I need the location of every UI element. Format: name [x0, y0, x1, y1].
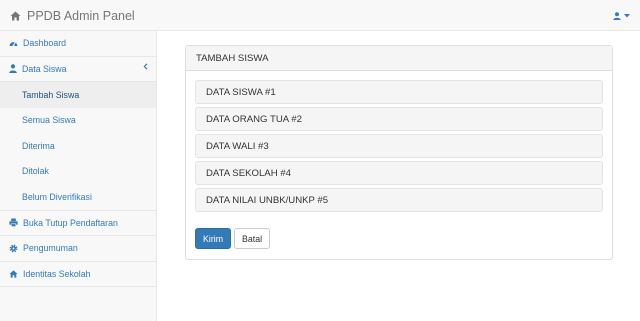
sidebar-item-label: Data Siswa	[22, 63, 67, 74]
cancel-button[interactable]: Batal	[234, 228, 271, 249]
sidebar-item-dashboard[interactable]: Dashboard	[0, 31, 156, 57]
submenu-item-label: Diterima	[22, 140, 55, 151]
sidebar-item-buka-tutup-pendaftaran[interactable]: Buka Tutup Pendaftaran	[0, 211, 156, 236]
sidebar-item-label: Pengumuman	[23, 243, 78, 254]
tambah-siswa-panel: TAMBAH SISWA DATA SISWA #1 DATA ORANG TU…	[185, 45, 613, 260]
sidebar-item-identitas-sekolah[interactable]: Identitas Sekolah	[0, 262, 156, 287]
sidebar-item-label: Buka Tutup Pendaftaran	[23, 217, 118, 228]
user-menu-toggle[interactable]	[613, 0, 630, 31]
print-icon	[9, 218, 18, 228]
sidebar-item-data-siswa[interactable]: Data Siswa	[0, 57, 156, 82]
sidebar-item-pengumuman[interactable]: Pengumuman	[0, 236, 156, 262]
submenu-item-belum-diverifikasi[interactable]: Belum Diverifikasi	[0, 184, 156, 210]
sidebar-item-label: Dashboard	[23, 38, 67, 49]
brand-link[interactable]: PPDB Admin Panel	[10, 0, 135, 31]
submenu-item-label: Ditolak	[22, 166, 49, 177]
sidebar: Dashboard Data Siswa Tambah Siswa Semua …	[0, 31, 157, 321]
form-actions: Kirim Batal	[195, 228, 271, 249]
submenu-item-semua-siswa[interactable]: Semua Siswa	[0, 108, 156, 134]
gear-icon	[9, 244, 18, 253]
section-data-siswa[interactable]: DATA SISWA #1	[195, 80, 603, 104]
submenu-item-label: Semua Siswa	[22, 115, 76, 126]
panel-title: TAMBAH SISWA	[186, 46, 612, 71]
top-navbar: PPDB Admin Panel	[0, 0, 640, 31]
caret-down-icon	[624, 13, 630, 18]
sidebar-submenu: Tambah Siswa Semua Siswa Diterima Ditola…	[0, 82, 156, 211]
section-data-orang-tua[interactable]: DATA ORANG TUA #2	[195, 107, 603, 131]
form-sections: DATA SISWA #1 DATA ORANG TUA #2 DATA WAL…	[186, 71, 612, 212]
submenu-item-tambah-siswa[interactable]: Tambah Siswa	[0, 82, 156, 108]
user-icon	[613, 11, 621, 20]
submenu-item-label: Belum Diverifikasi	[22, 191, 92, 202]
home-icon	[10, 11, 21, 21]
dashboard-icon	[9, 39, 18, 48]
sidebar-item-label: Identitas Sekolah	[23, 268, 91, 279]
section-data-nilai[interactable]: DATA NILAI UNBK/UNKP #5	[195, 188, 603, 212]
main-content: TAMBAH SISWA DATA SISWA #1 DATA ORANG TU…	[157, 31, 640, 321]
home-icon	[9, 270, 18, 278]
section-data-sekolah[interactable]: DATA SEKOLAH #4	[195, 161, 603, 185]
submenu-item-diterima[interactable]: Diterima	[0, 133, 156, 159]
submit-button[interactable]: Kirim	[195, 228, 232, 249]
user-icon	[9, 64, 17, 74]
section-data-wali[interactable]: DATA WALI #3	[195, 134, 603, 158]
brand-title: PPDB Admin Panel	[27, 8, 135, 23]
submenu-item-ditolak[interactable]: Ditolak	[0, 159, 156, 185]
chevron-left-icon	[143, 62, 148, 70]
submenu-item-label: Tambah Siswa	[22, 89, 80, 100]
